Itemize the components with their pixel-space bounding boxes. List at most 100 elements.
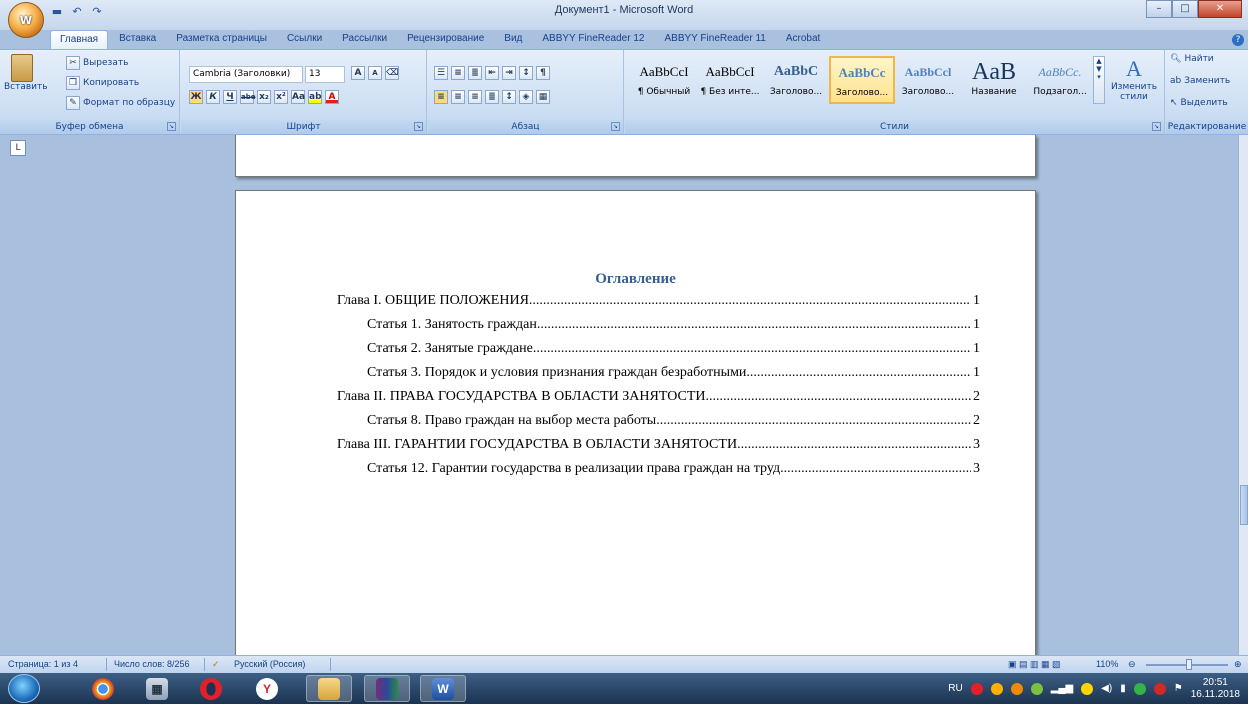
font-name-select[interactable]: Cambria (Заголовки) <box>189 66 303 83</box>
antivirus-tray-icon[interactable] <box>990 682 1003 695</box>
dialog-launcher-icon[interactable]: ↘ <box>611 122 620 131</box>
tab-1[interactable]: Вставка <box>110 30 165 50</box>
battery-tray-icon[interactable] <box>1081 682 1094 695</box>
copy-button[interactable]: ❐ Копировать <box>66 76 139 90</box>
change-case-button[interactable]: Aa <box>291 90 305 104</box>
bold-button[interactable]: Ж <box>189 90 203 104</box>
paste-button[interactable]: Вставить <box>4 54 48 92</box>
proofing-icon[interactable]: ✓ <box>212 659 220 670</box>
toc-entry[interactable]: Статья 12. Гарантии государства в реализ… <box>367 459 980 479</box>
dialog-launcher-icon[interactable]: ↘ <box>167 122 176 131</box>
tab-2[interactable]: Разметка страницы <box>167 30 276 50</box>
gallery-scroll[interactable]: ▲ ▼ ▾ <box>1093 56 1105 104</box>
keyboard-language[interactable]: RU <box>948 683 962 694</box>
toc-entry[interactable]: Статья 8. Право граждан на выбор места р… <box>367 411 980 431</box>
font-color-icon[interactable]: A <box>325 90 339 104</box>
tab-8[interactable]: ABBYY FineReader 11 <box>655 30 774 50</box>
sort-icon[interactable]: ↕ <box>519 66 533 80</box>
toc-entry[interactable]: Глава II. ПРАВА ГОСУДАРСТВА В ОБЛАСТИ ЗА… <box>337 387 980 407</box>
cut-button[interactable]: ✂ Вырезать <box>66 56 128 70</box>
tab-0[interactable]: Главная <box>50 30 109 50</box>
align-left-icon[interactable]: ≡ <box>434 90 448 104</box>
toc-entry[interactable]: Статья 3. Порядок и условия признания гр… <box>367 363 980 383</box>
maximize-button[interactable]: □ <box>1172 0 1198 18</box>
office-button[interactable]: W <box>8 2 44 38</box>
format-painter-button[interactable]: ✎ Формат по образцу <box>66 96 175 110</box>
style-tile[interactable]: AaBbCc. Подзагол... <box>1027 56 1093 104</box>
shading-icon[interactable]: ◈ <box>519 90 533 104</box>
style-tile[interactable]: AaBbCc Заголово... <box>829 56 895 104</box>
close-button[interactable]: ✕ <box>1198 0 1242 18</box>
language-indicator[interactable]: Русский (Россия) <box>234 659 305 669</box>
tab-7[interactable]: ABBYY FineReader 12 <box>533 30 653 50</box>
vertical-scrollbar[interactable] <box>1238 135 1248 655</box>
clear-formatting-icon[interactable]: ⌫ <box>385 66 399 80</box>
tab-selector[interactable]: L <box>10 140 26 156</box>
help-icon[interactable]: ? <box>1232 34 1244 46</box>
zoom-slider-thumb[interactable] <box>1186 659 1192 670</box>
start-button[interactable] <box>8 674 40 703</box>
tab-3[interactable]: Ссылки <box>278 30 331 50</box>
numbering-icon[interactable]: ≡ <box>451 66 465 80</box>
borders-icon[interactable]: ▦ <box>536 90 550 104</box>
font-size-select[interactable]: 13 <box>305 66 345 83</box>
underline-button[interactable]: Ч <box>223 90 237 104</box>
style-tile[interactable]: AaBbCcI ¶ Обычный <box>631 56 697 104</box>
scroll-thumb[interactable] <box>1240 485 1248 525</box>
usb-icon[interactable]: ▮ <box>1120 683 1126 694</box>
updates-tray-icon[interactable] <box>1010 682 1023 695</box>
dialog-launcher-icon[interactable]: ↘ <box>1152 122 1161 131</box>
change-styles-button[interactable]: A Изменить стили <box>1107 56 1161 102</box>
style-tile[interactable]: AaBbCcI ¶ Без инте... <box>697 56 763 104</box>
chrome-icon[interactable] <box>80 675 126 702</box>
zoom-in-icon[interactable]: ⊕ <box>1234 659 1242 670</box>
multilevel-list-icon[interactable]: ≣ <box>468 66 482 80</box>
explorer-icon[interactable] <box>306 675 352 702</box>
tab-4[interactable]: Рассылки <box>333 30 396 50</box>
strikethrough-button[interactable]: abe <box>240 90 255 104</box>
align-right-icon[interactable]: ≡ <box>468 90 482 104</box>
network-tray-icon[interactable] <box>1030 682 1043 695</box>
find-button[interactable]: 🔍︎ Найти <box>1170 54 1214 64</box>
toc-entry[interactable]: Глава I. ОБЩИЕ ПОЛОЖЕНИЯ 1 <box>337 291 980 311</box>
minimize-button[interactable]: – <box>1146 0 1172 18</box>
toc-entry[interactable]: Статья 1. Занятость граждан 1 <box>367 315 980 335</box>
bullets-icon[interactable]: ☰ <box>434 66 448 80</box>
word-count[interactable]: Число слов: 8/256 <box>114 659 190 669</box>
italic-button[interactable]: К <box>206 90 220 104</box>
shrink-font-icon[interactable]: A <box>368 66 382 80</box>
document-page[interactable]: Оглавление Глава I. ОБЩИЕ ПОЛОЖЕНИЯ1Стат… <box>235 190 1036 660</box>
show-marks-button[interactable]: ¶ <box>536 66 550 80</box>
zoom-out-icon[interactable]: ⊖ <box>1128 659 1136 670</box>
page-counter[interactable]: Страница: 1 из 4 <box>8 659 78 669</box>
zoom-level[interactable]: 110% <box>1096 659 1118 669</box>
calculator-icon[interactable]: ▦ <box>134 675 180 702</box>
signal-icon[interactable]: ▂▄▆ <box>1051 683 1073 694</box>
highlight-icon[interactable]: ab <box>308 90 322 104</box>
subscript-button[interactable]: x₂ <box>257 90 271 104</box>
word-icon[interactable]: W <box>420 675 466 702</box>
winrar-icon[interactable] <box>364 675 410 702</box>
flag-icon[interactable]: ⚑ <box>1174 683 1183 694</box>
line-spacing-icon[interactable]: ↕ <box>502 90 516 104</box>
yandex-browser-icon[interactable]: Y <box>244 675 290 702</box>
justify-icon[interactable]: ≣ <box>485 90 499 104</box>
grow-font-icon[interactable]: A <box>351 66 365 80</box>
decrease-indent-icon[interactable]: ⇤ <box>485 66 499 80</box>
style-tile[interactable]: AaBbC Заголово... <box>763 56 829 104</box>
clock[interactable]: 20:51 16.11.2018 <box>1191 677 1240 701</box>
toc-entry[interactable]: Статья 2. Занятые граждане 1 <box>367 339 980 359</box>
style-tile[interactable]: AaB Название <box>961 56 1027 104</box>
yandex-tray-icon[interactable] <box>970 682 983 695</box>
view-buttons[interactable]: ▣ ▤ ▥ ▦ ▧ <box>1008 659 1061 670</box>
security-tray-icon[interactable] <box>1153 682 1166 695</box>
replace-button[interactable]: ab Заменить <box>1170 76 1230 86</box>
dialog-launcher-icon[interactable]: ↘ <box>414 122 423 131</box>
volume-icon[interactable]: ◀) <box>1101 683 1112 694</box>
tab-5[interactable]: Рецензирование <box>398 30 493 50</box>
style-tile[interactable]: AaBbCcl Заголово... <box>895 56 961 104</box>
increase-indent-icon[interactable]: ⇥ <box>502 66 516 80</box>
align-center-icon[interactable]: ≡ <box>451 90 465 104</box>
select-button[interactable]: ↖ Выделить <box>1170 98 1228 108</box>
tab-6[interactable]: Вид <box>495 30 531 50</box>
